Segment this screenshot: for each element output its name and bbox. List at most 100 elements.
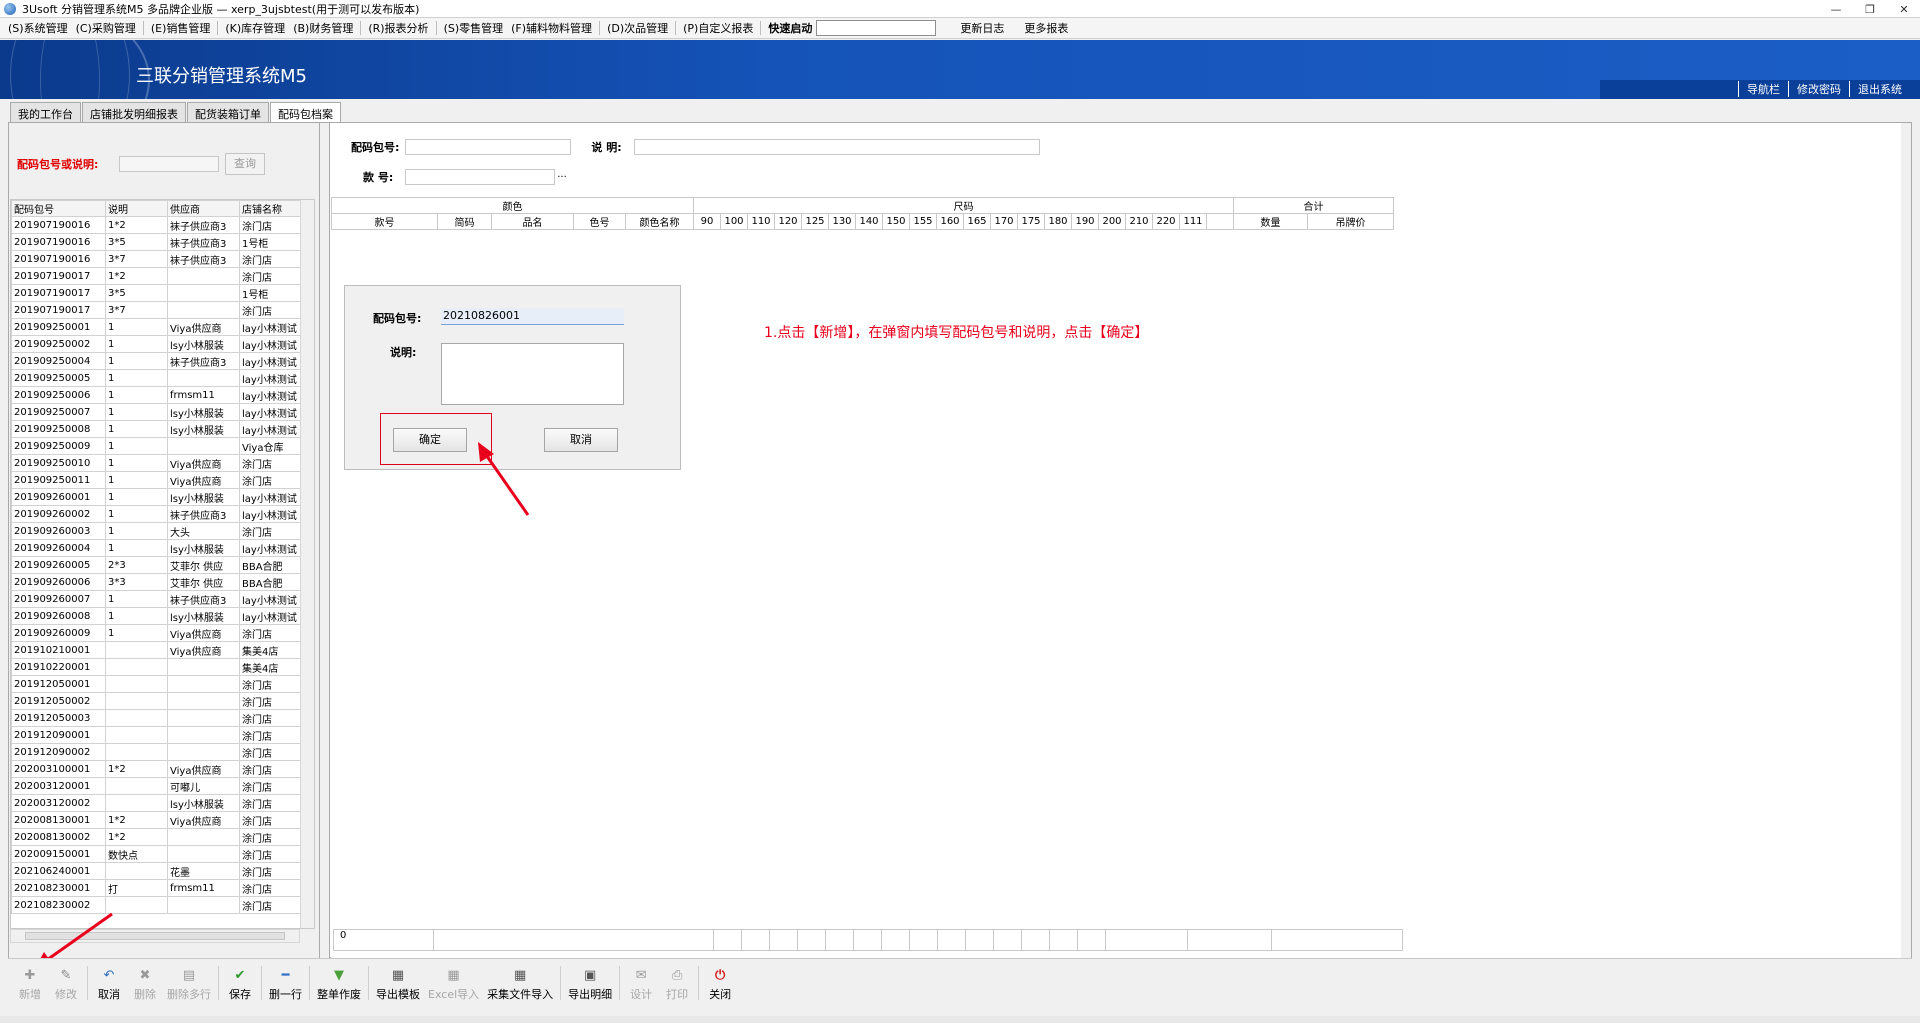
dialog-desc-input[interactable] xyxy=(441,343,624,405)
pack-search-input[interactable] xyxy=(119,156,219,172)
print-button[interactable]: ⎙ 打印 xyxy=(659,967,695,1006)
size-column-header[interactable]: 175 xyxy=(1017,213,1045,230)
table-row[interactable]: 201910210001 Viya供应商 集美4店 xyxy=(11,641,302,659)
table-row[interactable]: 202008130002 1*2 涂门店 xyxy=(11,828,302,846)
size-column-header[interactable]: 160 xyxy=(936,213,964,230)
menu-materials[interactable]: (F)辅料物料管理 xyxy=(507,20,596,36)
table-row[interactable]: 201909260008 1 lsy小林服装 lay小林测试 xyxy=(11,607,302,625)
table-row[interactable]: 201907190016 3*5 袜子供应商3 1号柜 xyxy=(11,233,302,251)
export-template-button[interactable]: ▦ 导出模板 xyxy=(372,967,424,1006)
size-column-header[interactable]: 120 xyxy=(774,213,802,230)
table-row[interactable]: 201907190017 1*2 涂门店 xyxy=(11,267,302,285)
tab-size-pack-archive[interactable]: 配码包档案 xyxy=(270,102,341,123)
cancel-button[interactable]: 取消 xyxy=(544,428,618,452)
panel-splitter[interactable] xyxy=(320,123,330,959)
size-column-header[interactable]: 125 xyxy=(801,213,829,230)
table-row[interactable]: 201909260003 1 大头 涂门店 xyxy=(11,522,302,540)
table-row[interactable]: 202003120001 可嘟儿 涂门店 xyxy=(11,777,302,795)
menu-custom-reports[interactable]: (P)自定义报表 xyxy=(679,20,757,36)
column-header[interactable]: 颜色名称 xyxy=(625,213,694,230)
size-column-header[interactable] xyxy=(1206,213,1234,230)
tab-workbench[interactable]: 我的工作台 xyxy=(10,102,81,122)
column-header[interactable]: 数量 xyxy=(1233,213,1308,230)
menu-system[interactable]: (S)系统管理 xyxy=(4,20,72,36)
void-order-button[interactable]: ▼ 整单作废 xyxy=(313,967,365,1006)
tab-store-wholesale-report[interactable]: 店铺批发明细报表 xyxy=(82,102,186,122)
logout-link[interactable]: 退出系统 xyxy=(1849,81,1910,97)
design-button[interactable]: ✉ 设计 xyxy=(623,967,659,1006)
tab-packing-orders[interactable]: 配货装箱订单 xyxy=(187,102,269,122)
table-row[interactable]: 201907190017 3*5 1号柜 xyxy=(11,284,302,302)
table-row[interactable]: 201909260002 1 袜子供应商3 lay小林测试 xyxy=(11,505,302,523)
column-header[interactable]: 简码 xyxy=(437,213,492,230)
table-row[interactable]: 202003100001 1*2 Viya供应商 涂门店 xyxy=(11,760,302,778)
new-button[interactable]: ✚ 新增 xyxy=(12,967,48,1006)
table-row[interactable]: 201909260005 2*3 艾菲尔 供应 BBA合肥 xyxy=(11,556,302,574)
table-row[interactable]: 201909260009 1 Viya供应商 涂门店 xyxy=(11,624,302,642)
table-row[interactable]: 202009150001 数快点 涂门店 xyxy=(11,845,302,863)
column-header[interactable]: 吊牌价 xyxy=(1307,213,1394,230)
table-row[interactable]: 201909250011 1 Viya供应商 涂门店 xyxy=(11,471,302,489)
size-column-header[interactable]: 111 xyxy=(1179,213,1207,230)
column-header[interactable]: 品名 xyxy=(491,213,574,230)
table-row[interactable]: 201907190017 3*7 涂门店 xyxy=(11,301,302,319)
nav-bar-link[interactable]: 导航栏 xyxy=(1738,81,1788,97)
menu-sales[interactable]: (E)销售管理 xyxy=(147,20,215,36)
menu-purchase[interactable]: (C)采购管理 xyxy=(72,20,140,36)
save-button[interactable]: ✔ 保存 xyxy=(222,967,258,1006)
menu-update-log[interactable]: 更新日志 xyxy=(950,20,1014,36)
table-row[interactable]: 202108230001 打 frmsm11 涂门店 xyxy=(11,879,302,897)
column-header[interactable]: 说明 xyxy=(105,200,168,217)
close-button[interactable]: ⏻ 关闭 xyxy=(702,967,738,1006)
menu-finance[interactable]: (B)财务管理 xyxy=(289,20,357,36)
delete-button[interactable]: ✖ 删除 xyxy=(127,967,163,1006)
file-import-button[interactable]: ▦ 采集文件导入 xyxy=(483,967,557,1006)
column-header[interactable]: 配码包号 xyxy=(11,200,106,217)
size-column-header[interactable]: 220 xyxy=(1152,213,1180,230)
table-row[interactable]: 201909250010 1 Viya供应商 涂门店 xyxy=(11,454,302,472)
export-detail-button[interactable]: ▣ 导出明细 xyxy=(564,967,616,1006)
table-row[interactable]: 201910220001 集美4店 xyxy=(11,658,302,676)
table-row[interactable]: 201909260001 1 lsy小林服装 lay小林测试 xyxy=(11,488,302,506)
menu-more-reports[interactable]: 更多报表 xyxy=(1014,20,1078,36)
table-row[interactable]: 201912090001 涂门店 xyxy=(11,726,302,744)
minimize-icon[interactable]: — xyxy=(1828,3,1844,16)
desc-input[interactable] xyxy=(633,139,1040,155)
table-row[interactable]: 201907190016 3*7 袜子供应商3 涂门店 xyxy=(11,250,302,268)
pack-list-vertical-scrollbar[interactable] xyxy=(300,200,314,928)
browse-icon[interactable]: ··· xyxy=(557,172,567,183)
table-row[interactable]: 201907190016 1*2 袜子供应商3 涂门店 xyxy=(11,216,302,234)
size-column-header[interactable]: 170 xyxy=(990,213,1018,230)
undo-button[interactable]: ↶ 取消 xyxy=(91,967,127,1006)
size-column-header[interactable]: 100 xyxy=(720,213,748,230)
size-column-header[interactable]: 155 xyxy=(909,213,937,230)
column-header[interactable]: 色号 xyxy=(573,213,626,230)
style-input[interactable] xyxy=(405,169,556,185)
table-row[interactable]: 201912090002 涂门店 xyxy=(11,743,302,761)
column-header[interactable]: 店铺名称 xyxy=(239,200,302,217)
menu-defects[interactable]: (D)次品管理 xyxy=(603,20,672,36)
size-column-header[interactable]: 130 xyxy=(828,213,856,230)
table-row[interactable]: 201909250001 1 Viya供应商 lay小林测试 xyxy=(11,318,302,336)
table-row[interactable]: 201909250002 1 lsy小林服装 lay小林测试 xyxy=(11,335,302,353)
restore-icon[interactable]: ❐ xyxy=(1862,3,1878,16)
table-row[interactable]: 202108230002 涂门店 xyxy=(11,896,302,914)
table-row[interactable]: 201912050001 涂门店 xyxy=(11,675,302,693)
size-column-header[interactable]: 165 xyxy=(963,213,991,230)
table-row[interactable]: 201909250004 1 袜子供应商3 lay小林测试 xyxy=(11,352,302,370)
size-column-header[interactable]: 110 xyxy=(747,213,775,230)
table-row[interactable]: 201909250005 1 lay小林测试 xyxy=(11,369,302,387)
table-row[interactable]: 202106240001 花墨 涂门店 xyxy=(11,862,302,880)
code-input[interactable] xyxy=(405,139,572,155)
pack-list-horizontal-scrollbar[interactable] xyxy=(10,929,300,943)
delete-rows-button[interactable]: ▤ 删除多行 xyxy=(163,967,215,1006)
close-window-icon[interactable]: ✕ xyxy=(1896,3,1912,16)
menu-reports[interactable]: (R)报表分析 xyxy=(364,20,432,36)
table-row[interactable]: 201909260004 1 lsy小林服装 lay小林测试 xyxy=(11,539,302,557)
menu-retail[interactable]: (S)零售管理 xyxy=(440,20,508,36)
table-row[interactable]: 201909260007 1 袜子供应商3 lay小林测试 xyxy=(11,590,302,608)
size-column-header[interactable]: 210 xyxy=(1125,213,1153,230)
size-column-header[interactable]: 90 xyxy=(693,213,721,230)
dialog-code-input[interactable]: 20210826001 xyxy=(441,308,624,325)
excel-import-button[interactable]: ▦ Excel导入 xyxy=(424,967,483,1006)
